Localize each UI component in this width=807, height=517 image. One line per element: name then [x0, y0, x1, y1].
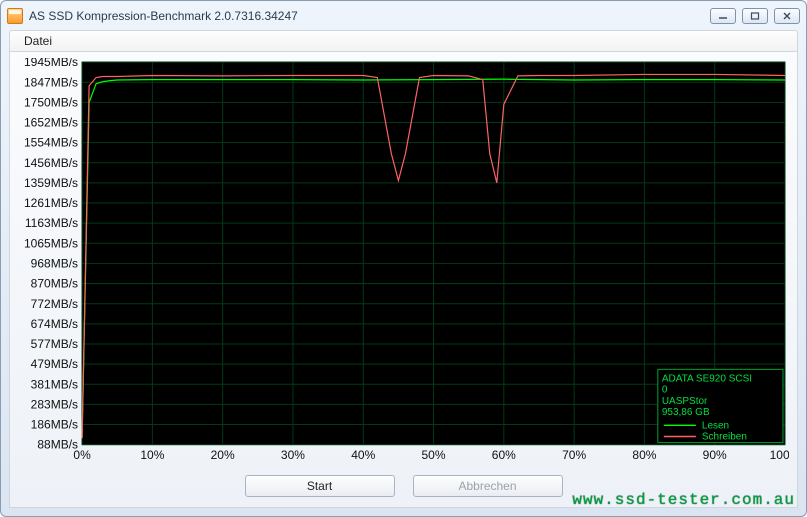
svg-text:1163MB/s: 1163MB/s	[25, 216, 78, 230]
menu-file[interactable]: Datei	[16, 32, 60, 50]
svg-text:1065MB/s: 1065MB/s	[24, 236, 78, 250]
svg-text:0%: 0%	[73, 448, 91, 462]
svg-text:Lesen: Lesen	[702, 420, 729, 431]
titlebar: AS SSD Kompression-Benchmark 2.0.7316.34…	[1, 1, 806, 30]
svg-text:1359MB/s: 1359MB/s	[24, 176, 78, 190]
svg-text:0: 0	[662, 385, 668, 396]
svg-text:90%: 90%	[703, 448, 727, 462]
svg-text:1456MB/s: 1456MB/s	[24, 156, 78, 170]
svg-text:772MB/s: 772MB/s	[31, 297, 78, 311]
svg-text:1652MB/s: 1652MB/s	[24, 115, 78, 129]
compression-chart: 1945MB/s 1847MB/s 1750MB/s 1652MB/s 1554MB/s…	[18, 58, 789, 465]
svg-text:UASPStor: UASPStor	[662, 396, 708, 407]
svg-text:40%: 40%	[351, 448, 375, 462]
close-button[interactable]	[774, 8, 800, 24]
app-window: AS SSD Kompression-Benchmark 2.0.7316.34…	[0, 0, 807, 517]
svg-text:968MB/s: 968MB/s	[31, 256, 78, 270]
window-title: AS SSD Kompression-Benchmark 2.0.7316.34…	[29, 9, 710, 23]
window-controls	[710, 8, 800, 24]
svg-text:186MB/s: 186MB/s	[31, 417, 78, 431]
app-icon	[7, 8, 23, 24]
chart-area: 1945MB/s 1847MB/s 1750MB/s 1652MB/s 1554MB/s…	[18, 58, 789, 465]
svg-text:30%: 30%	[281, 448, 305, 462]
svg-text:479MB/s: 479MB/s	[31, 357, 78, 371]
minimize-button[interactable]	[710, 8, 736, 24]
svg-text:60%: 60%	[492, 448, 516, 462]
svg-text:88MB/s: 88MB/s	[37, 438, 78, 452]
menubar: Datei	[9, 30, 798, 52]
svg-text:577MB/s: 577MB/s	[31, 337, 78, 351]
svg-text:10%: 10%	[140, 448, 164, 462]
svg-text:1945MB/s: 1945MB/s	[24, 58, 78, 69]
svg-text:283MB/s: 283MB/s	[31, 397, 78, 411]
svg-text:20%: 20%	[211, 448, 235, 462]
svg-text:ADATA SE920 SCSI: ADATA SE920 SCSI	[662, 374, 752, 385]
svg-text:70%: 70%	[562, 448, 586, 462]
svg-text:1554MB/s: 1554MB/s	[24, 136, 78, 150]
start-button[interactable]: Start	[245, 475, 395, 497]
button-row: Start Abbrechen	[10, 469, 797, 507]
maximize-button[interactable]	[742, 8, 768, 24]
svg-text:1847MB/s: 1847MB/s	[24, 75, 78, 89]
svg-text:100%: 100%	[770, 448, 789, 462]
svg-text:953,86 GB: 953,86 GB	[662, 407, 710, 418]
svg-text:80%: 80%	[632, 448, 656, 462]
content-pane: 1945MB/s 1847MB/s 1750MB/s 1652MB/s 1554MB/s…	[9, 52, 798, 508]
svg-text:50%: 50%	[422, 448, 446, 462]
svg-text:1750MB/s: 1750MB/s	[24, 95, 78, 109]
svg-text:1261MB/s: 1261MB/s	[24, 196, 78, 210]
svg-text:870MB/s: 870MB/s	[31, 277, 78, 291]
svg-text:674MB/s: 674MB/s	[31, 317, 78, 331]
svg-text:Schreiben: Schreiben	[702, 431, 747, 442]
svg-text:381MB/s: 381MB/s	[31, 377, 78, 391]
cancel-button[interactable]: Abbrechen	[413, 475, 563, 497]
